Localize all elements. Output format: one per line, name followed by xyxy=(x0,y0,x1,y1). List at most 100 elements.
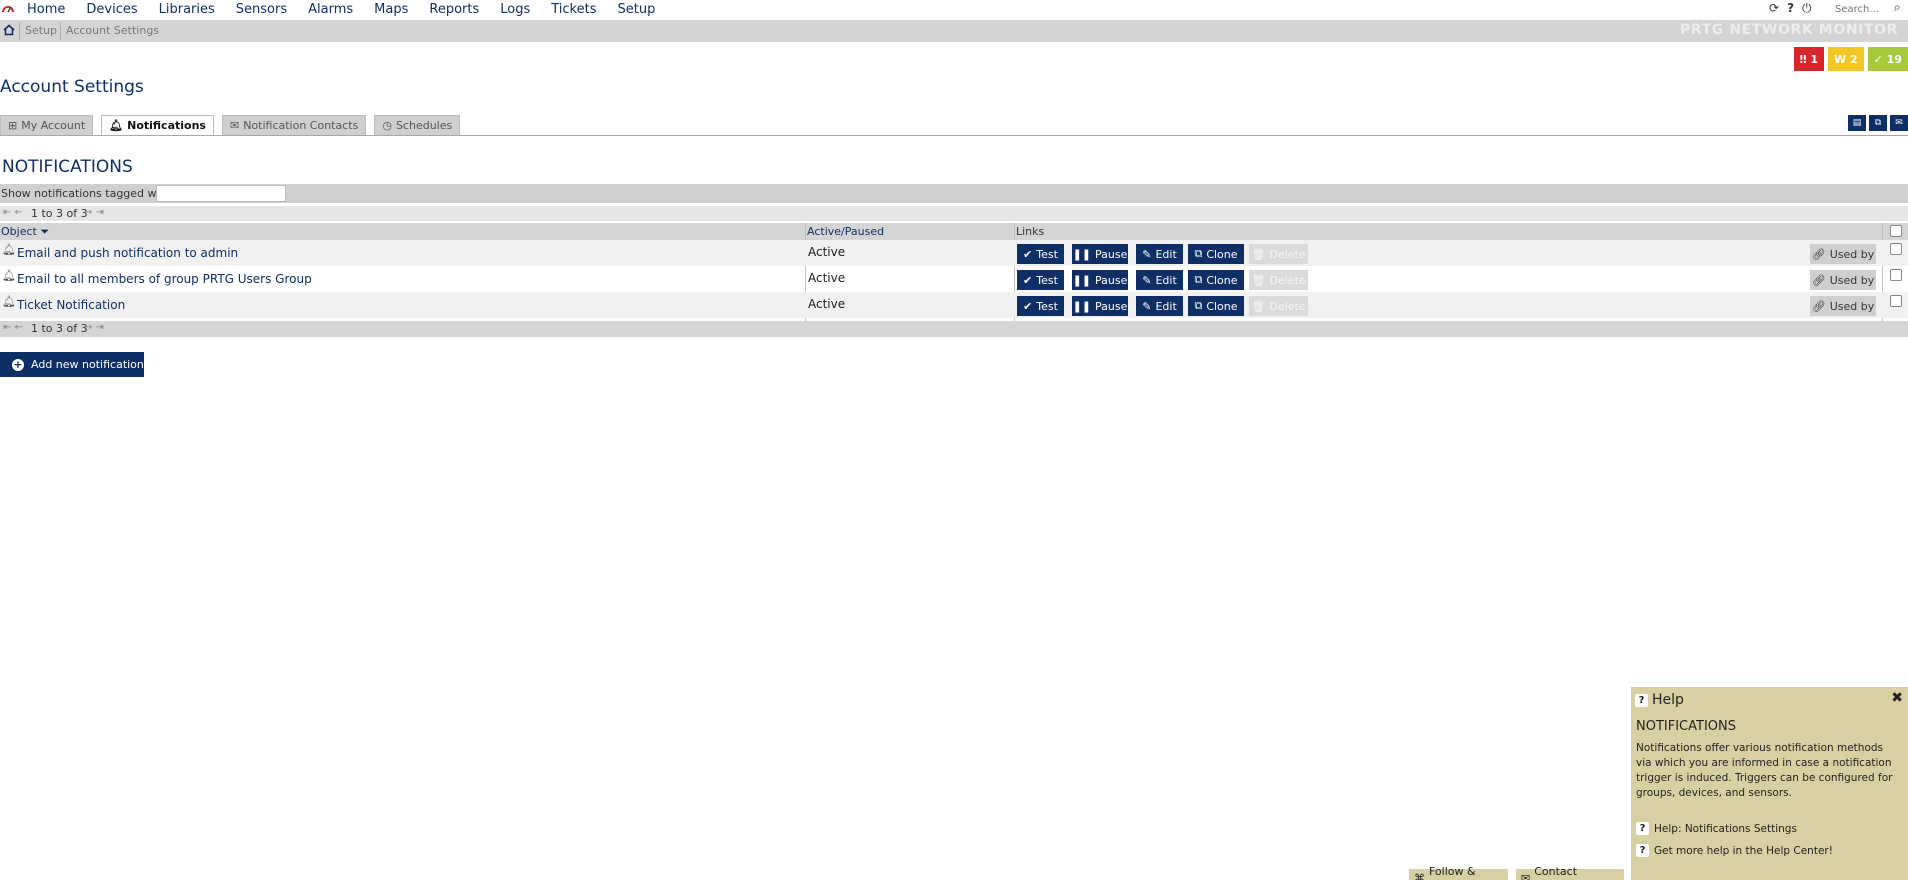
envelope-icon: ✉ xyxy=(1521,871,1531,880)
pager-next-last-icon[interactable]: → ⇥ xyxy=(84,207,104,218)
row-checkbox[interactable] xyxy=(1890,243,1902,255)
edit-button[interactable]: ✎ Edit xyxy=(1136,244,1183,264)
menu-item-devices[interactable]: Devices xyxy=(86,2,137,17)
clone-button[interactable]: ⧉ Clone xyxy=(1188,244,1244,264)
bell-icon: 🔔︎ xyxy=(2,295,16,308)
clone-button[interactable]: ⧉ Clone xyxy=(1188,296,1244,316)
check-icon: ✔ xyxy=(1023,247,1033,261)
help-link-center[interactable]: ? Get more help in the Help Center! xyxy=(1636,844,1833,857)
clone-label: Clone xyxy=(1206,247,1238,261)
breadcrumb-account-settings: Account Settings xyxy=(66,24,160,37)
column-active-paused[interactable]: Active/Paused xyxy=(807,225,884,238)
menu-item-setup[interactable]: Setup xyxy=(617,2,655,17)
help-icon: ? xyxy=(1636,844,1649,857)
table-row: 🔔︎ Email to all members of group PRTG Us… xyxy=(0,266,1908,292)
test-label: Test xyxy=(1036,299,1058,313)
pause-button[interactable]: ❚❚ Pause xyxy=(1072,296,1128,316)
menu-item-alarms[interactable]: Alarms xyxy=(308,2,353,17)
contact-support-button[interactable]: ✉ Contact Support xyxy=(1516,865,1624,880)
print-icon[interactable]: ▤ xyxy=(1848,115,1866,131)
refresh-icon[interactable]: ⟳ xyxy=(1769,1,1779,16)
menu-item-logs[interactable]: Logs xyxy=(500,2,530,17)
notification-name[interactable]: Email to all members of group PRTG Users… xyxy=(17,272,312,286)
pause-label: Pause xyxy=(1095,273,1128,287)
link-icon: 🔗︎ xyxy=(1811,273,1826,287)
account-icon: ⊞ xyxy=(8,119,18,132)
notification-name[interactable]: Email and push notification to admin xyxy=(17,246,238,260)
pause-button[interactable]: ❚❚ Pause xyxy=(1072,244,1128,264)
top-navigation: Home Devices Libraries Sensors Alarms Ma… xyxy=(0,0,1908,20)
help-body: Notifications offer various notification… xyxy=(1636,742,1893,799)
clone-icon: ⧉ xyxy=(1194,247,1203,260)
tab-notifications[interactable]: 🔔︎ Notifications xyxy=(101,115,214,136)
column-links: Links xyxy=(1016,225,1045,238)
row-checkbox[interactable] xyxy=(1890,295,1902,307)
test-label: Test xyxy=(1036,273,1058,287)
pause-icon: ❚❚ xyxy=(1072,273,1092,287)
select-all-checkbox[interactable] xyxy=(1890,225,1902,237)
search-input[interactable] xyxy=(1835,1,1891,17)
menu-item-tickets[interactable]: Tickets xyxy=(551,2,596,17)
pager-bottom: ⇤ ← 1 to 3 of 3 → ⇥ xyxy=(0,321,1908,337)
row-checkbox[interactable] xyxy=(1890,269,1902,281)
edit-button[interactable]: ✎ Edit xyxy=(1136,270,1183,290)
edit-button[interactable]: ✎ Edit xyxy=(1136,296,1183,316)
clone-label: Clone xyxy=(1206,273,1238,287)
help-link-text: Help: Notifications Settings xyxy=(1654,822,1797,835)
clone-button[interactable]: ⧉ Clone xyxy=(1188,270,1244,290)
menu-item-reports[interactable]: Reports xyxy=(429,2,479,17)
test-button[interactable]: ✔ Test xyxy=(1017,270,1064,290)
clone-icon: ⧉ xyxy=(1194,299,1203,312)
tab-schedules[interactable]: ◷ Schedules xyxy=(374,115,461,136)
test-button[interactable]: ✔ Test xyxy=(1017,296,1064,316)
delete-label: Delete xyxy=(1269,299,1306,313)
close-icon[interactable]: ✖ xyxy=(1891,690,1903,706)
logout-icon[interactable]: ⏻ xyxy=(1802,1,1812,16)
breadcrumb: Setup Account Settings PRTG NETWORK MONI… xyxy=(0,20,1908,42)
menu-item-sensors[interactable]: Sensors xyxy=(236,2,287,17)
test-button[interactable]: ✔ Test xyxy=(1017,244,1064,264)
help-heading: NOTIFICATIONS xyxy=(1636,719,1736,734)
warning-badge[interactable]: W 2 xyxy=(1828,47,1864,71)
used-by-label: Used by xyxy=(1829,247,1875,261)
search-icon[interactable]: ⌕ xyxy=(1894,0,1901,15)
pause-button[interactable]: ❚❚ Pause xyxy=(1072,270,1128,290)
plus-icon: + xyxy=(12,358,24,371)
used-by-button[interactable]: 🔗︎ Used by xyxy=(1810,244,1876,264)
notification-name[interactable]: Ticket Notification xyxy=(17,298,125,312)
menu-item-libraries[interactable]: Libraries xyxy=(159,2,215,17)
tag-filter-input[interactable] xyxy=(156,185,286,202)
tab-notification-contacts[interactable]: ✉ Notification Contacts xyxy=(221,115,367,136)
up-sensors-badge[interactable]: ✓ 19 xyxy=(1867,47,1908,71)
breadcrumb-setup[interactable]: Setup xyxy=(25,24,57,37)
column-object[interactable]: Object ⏷ xyxy=(1,225,49,239)
home-icon[interactable] xyxy=(2,23,16,37)
mail-icon[interactable]: ✉ xyxy=(1890,115,1908,131)
pager-next-last-icon[interactable]: → ⇥ xyxy=(84,322,104,333)
tab-my-account[interactable]: ⊞ My Account xyxy=(0,115,94,136)
trash-icon: 🗑︎ xyxy=(1251,299,1266,313)
down-alarms-badge[interactable]: ‼ 1 xyxy=(1793,47,1825,71)
status-badges: ‼ 1 W 2 ✓ 19 xyxy=(1793,47,1908,71)
section-title: NOTIFICATIONS xyxy=(2,157,133,177)
clone-label: Clone xyxy=(1206,299,1238,313)
prtg-logo-icon[interactable] xyxy=(2,2,14,14)
help-link-settings[interactable]: ? Help: Notifications Settings xyxy=(1636,822,1797,835)
tab-divider xyxy=(0,135,1908,136)
bell-icon: 🔔︎ xyxy=(109,119,124,132)
add-window-icon[interactable]: ⧉ xyxy=(1869,115,1887,131)
pager-count: 1 to 3 of 3 xyxy=(31,322,88,335)
used-by-button[interactable]: 🔗︎ Used by xyxy=(1810,270,1876,290)
add-notification-button[interactable]: + Add new notification xyxy=(0,352,144,377)
tab-bar: ⊞ My Account 🔔︎ Notifications ✉ Notifica… xyxy=(0,115,461,136)
menu-item-home[interactable]: Home xyxy=(27,2,65,17)
top-icons: ⟳ ? ⏻ xyxy=(1769,1,1812,16)
pager-first-prev-icon[interactable]: ⇤ ← xyxy=(3,207,23,218)
pager-top: ⇤ ← 1 to 3 of 3 → ⇥ xyxy=(0,206,1908,221)
used-by-button[interactable]: 🔗︎ Used by xyxy=(1810,296,1876,316)
follow-share-button[interactable]: ⌘ Follow & Share xyxy=(1409,865,1508,880)
menu-item-maps[interactable]: Maps xyxy=(374,2,408,17)
help-icon[interactable]: ? xyxy=(1787,1,1794,16)
pager-first-prev-icon[interactable]: ⇤ ← xyxy=(3,322,23,333)
pause-label: Pause xyxy=(1095,299,1128,313)
